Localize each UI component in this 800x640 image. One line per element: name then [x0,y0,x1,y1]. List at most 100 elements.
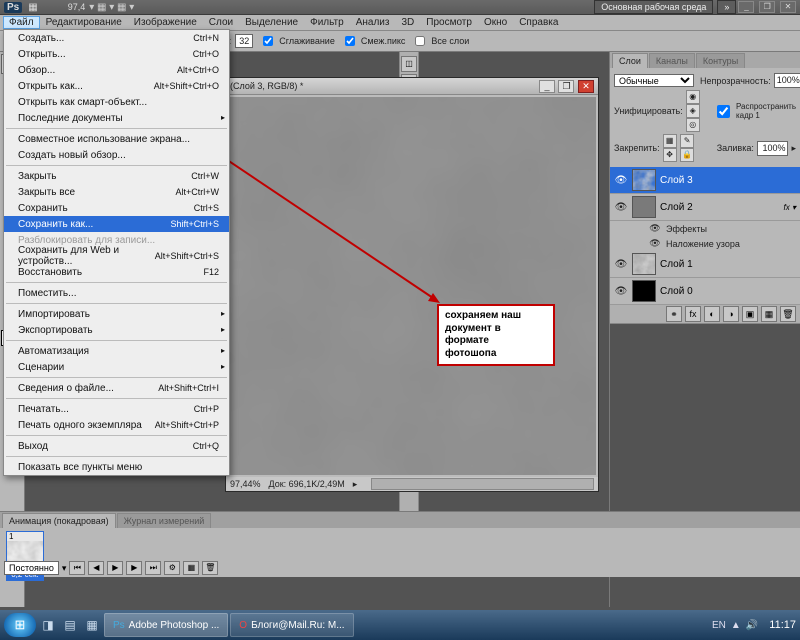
tween-icon[interactable]: ⚙ [164,561,180,575]
doc-close-icon[interactable]: ✕ [578,80,594,93]
delete-layer-icon[interactable]: 🗑 [780,306,796,322]
menuitem-сохранить-как-[interactable]: Сохранить как...Shift+Ctrl+S [4,216,229,232]
layer-row[interactable]: 👁Слой 1 [610,251,800,278]
menuitem-сохранить[interactable]: СохранитьCtrl+S [4,200,229,216]
layer-mask-icon[interactable]: ◐ [704,306,720,322]
visibility-icon[interactable]: 👁 [614,286,628,297]
menu-файл[interactable]: Файл [3,16,40,29]
doc-max-icon[interactable]: ❐ [558,80,574,93]
menuitem-последние-документы[interactable]: Последние документы [4,110,229,126]
titlebar-tool-icon[interactable]: ▦ [28,2,37,13]
adjustment-layer-icon[interactable]: ◑ [723,306,739,322]
menu-просмотр[interactable]: Просмотр [420,16,478,29]
menuitem-закрыть-все[interactable]: Закрыть всеAlt+Ctrl+W [4,184,229,200]
menuitem-восстановить[interactable]: ВосстановитьF12 [4,264,229,280]
layer-group-icon[interactable]: ▣ [742,306,758,322]
dock-icon[interactable]: ◫ [401,56,417,72]
menuitem-открыть-как-смарт-объект-[interactable]: Открыть как смарт-объект... [4,94,229,110]
system-tray[interactable]: EN ▲ 🔊 11:17 [712,619,796,631]
unify-icon[interactable]: ◈ [686,104,700,118]
menu-3d[interactable]: 3D [395,16,420,29]
blend-mode-select[interactable]: Обычные [614,74,694,87]
menu-окно[interactable]: Окно [478,16,513,29]
menuitem-импортировать[interactable]: Импортировать [4,306,229,322]
layer-row[interactable]: 👁Слой 3 [610,167,800,194]
tab-animation[interactable]: Анимация (покадровая) [2,513,116,528]
layer-fill-field[interactable]: 100% [757,141,789,156]
visibility-icon[interactable]: 👁 [614,202,628,213]
menu-фильтр[interactable]: Фильтр [304,16,350,29]
tab-measure-log[interactable]: Журнал измерений [117,513,212,528]
contiguous-checkbox[interactable] [345,36,355,46]
taskbar-item-browser[interactable]: OБлоги@Mail.Ru: М... [230,613,353,637]
tolerance-field[interactable]: 32 [235,34,253,48]
lock-all-icon[interactable]: 🔒 [680,148,694,162]
tray-icon[interactable]: ▲ [731,620,741,631]
pinned-app-icon[interactable]: ▦ [82,615,102,635]
delete-frame-icon[interactable]: 🗑 [202,561,218,575]
menu-справка[interactable]: Справка [513,16,564,29]
doc-min-icon[interactable]: _ [539,80,555,93]
menu-выделение[interactable]: Выделение [239,16,304,29]
menuitem-печатать-[interactable]: Печатать...Ctrl+P [4,401,229,417]
taskbar-item-photoshop[interactable]: PsAdobe Photoshop ... [104,613,228,637]
menuitem-сведения-о-файле-[interactable]: Сведения о файле...Alt+Shift+Ctrl+I [4,380,229,396]
layer-row[interactable]: 👁Слой 0 [610,278,800,305]
inner-close-icon[interactable]: ✕ [780,1,796,13]
new-frame-icon[interactable]: ▦ [183,561,199,575]
menuitem-печать-одного-экземпляра[interactable]: Печать одного экземпляраAlt+Shift+Ctrl+P [4,417,229,433]
antialias-checkbox[interactable] [263,36,273,46]
tab-paths[interactable]: Контуры [696,53,745,68]
menuitem-открыть-[interactable]: Открыть...Ctrl+O [4,46,229,62]
lock-paint-icon[interactable]: ✎ [680,134,694,148]
menuitem-создать-новый-обзор-[interactable]: Создать новый обзор... [4,147,229,163]
propagate-checkbox[interactable] [717,105,730,118]
lock-move-icon[interactable]: ✥ [663,148,677,162]
menu-слои[interactable]: Слои [203,16,239,29]
pinned-app-icon[interactable]: ◨ [38,615,58,635]
all-layers-checkbox[interactable] [415,36,425,46]
menuitem-выход[interactable]: ВыходCtrl+Q [4,438,229,454]
doc-zoom[interactable]: 97,44% [230,479,261,489]
inner-min-icon[interactable]: _ [738,1,754,13]
menuitem-сохранить-для-web-и-устройств-[interactable]: Сохранить для Web и устройств...Alt+Shif… [4,248,229,264]
menu-редактирование[interactable]: Редактирование [40,16,128,29]
pinned-app-icon[interactable]: ▤ [60,615,80,635]
last-frame-icon[interactable]: ⏭ [145,561,161,575]
tray-lang[interactable]: EN [712,620,726,631]
visibility-icon[interactable]: 👁 [614,175,628,186]
tab-channels[interactable]: Каналы [649,53,695,68]
loop-select[interactable]: Постоянно [4,561,59,575]
link-layers-icon[interactable]: ⚭ [666,306,682,322]
menuitem-закрыть[interactable]: ЗакрытьCtrl+W [4,168,229,184]
visibility-icon[interactable]: 👁 [614,259,628,270]
inner-max-icon[interactable]: ❐ [759,1,775,13]
menu-анализ[interactable]: Анализ [350,16,396,29]
tray-icon[interactable]: 🔊 [746,620,758,631]
menuitem-автоматизация[interactable]: Автоматизация [4,343,229,359]
workspace-button[interactable]: Основная рабочая среда [594,0,713,14]
layer-fx-item[interactable]: 👁 Наложение узора [610,236,800,251]
layer-fx-group[interactable]: 👁 Эффекты [610,221,800,236]
play-icon[interactable]: ▶ [107,561,123,575]
menuitem-показать-все-пункты-меню[interactable]: Показать все пункты меню [4,459,229,475]
new-layer-icon[interactable]: ▦ [761,306,777,322]
doc-scrollbar[interactable] [371,478,594,490]
menuitem-обзор-[interactable]: Обзор...Alt+Ctrl+O [4,62,229,78]
menuitem-поместить-[interactable]: Поместить... [4,285,229,301]
menuitem-совместное-использование-экрана-[interactable]: Совместное использование экрана... [4,131,229,147]
menu-изображение[interactable]: Изображение [128,16,203,29]
menuitem-открыть-как-[interactable]: Открыть как...Alt+Shift+Ctrl+O [4,78,229,94]
unify-icon[interactable]: ◉ [686,90,700,104]
menuitem-сценарии[interactable]: Сценарии [4,359,229,375]
fx-badge[interactable]: fx ▾ [784,203,796,212]
unify-icon[interactable]: ◎ [686,118,700,132]
tray-clock[interactable]: 11:17 [769,619,796,631]
prev-frame-icon[interactable]: ◀ [88,561,104,575]
layer-row[interactable]: 👁Слой 2fx ▾ [610,194,800,221]
lock-transparent-icon[interactable]: ▦ [663,134,677,148]
menuitem-экспортировать[interactable]: Экспортировать [4,322,229,338]
first-frame-icon[interactable]: ⏮ [69,561,85,575]
workspace-more[interactable]: » [717,0,736,14]
tab-layers[interactable]: Слои [612,53,648,68]
